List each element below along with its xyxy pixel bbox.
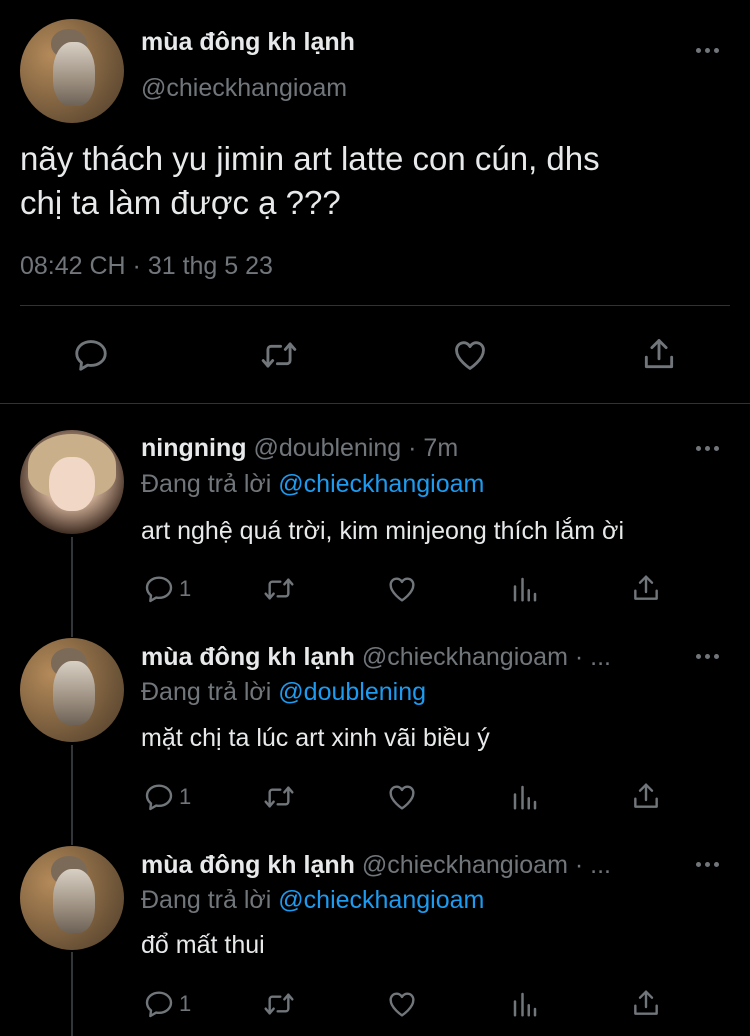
main-retweet-icon[interactable] xyxy=(259,336,299,374)
main-avatar[interactable] xyxy=(20,19,124,123)
main-reply-icon[interactable] xyxy=(72,336,110,374)
reply2-replying-to[interactable]: @doublening xyxy=(278,678,426,706)
reply3-views-icon[interactable] xyxy=(510,989,540,1019)
reply3-meta[interactable]: @chieckhangioam · ... xyxy=(362,851,611,879)
reply2-header: mùa đông kh lạnh @chieckhangioam · ... xyxy=(141,643,611,672)
reply2-text: mặt chị ta lúc art xinh vãi biều ý xyxy=(141,724,490,752)
main-divider-bottom xyxy=(0,403,750,404)
main-divider-top xyxy=(20,305,730,306)
main-tweet-text-line2: chị ta làm được ạ ??? xyxy=(20,184,341,221)
main-timestamp[interactable]: 08:42 CH · 31 thg 5 23 xyxy=(20,252,273,281)
main-display-name[interactable]: mùa đông kh lạnh xyxy=(141,28,355,57)
reply1-text: art nghệ quá trời, kim minjeong thích lắ… xyxy=(141,517,624,545)
reply3-text: đổ mất thui xyxy=(141,931,265,959)
reply2-views-icon[interactable] xyxy=(510,782,540,812)
reply2-like-icon[interactable] xyxy=(385,781,419,813)
reply1-display-name[interactable]: ningning xyxy=(141,434,247,462)
main-handle[interactable]: @chieckhangioam xyxy=(141,74,347,103)
avatar-cat-body xyxy=(53,660,95,726)
reply1-reply-icon[interactable] xyxy=(143,573,175,605)
reply3-share-icon[interactable] xyxy=(630,987,662,1019)
reply2-share-icon[interactable] xyxy=(630,780,662,812)
reply2-more-icon[interactable] xyxy=(696,654,722,662)
reply1-replying: Đang trả lời @chieckhangioam xyxy=(141,470,484,499)
reply1-meta[interactable]: @doublening · 7m xyxy=(253,434,458,462)
reply3-header: mùa đông kh lạnh @chieckhangioam · ... xyxy=(141,851,611,880)
reply2-retweet-icon[interactable] xyxy=(262,781,296,813)
reply1-replying-to[interactable]: @chieckhangioam xyxy=(278,470,484,498)
reply1-header: ningning @doublening · 7m xyxy=(141,434,458,463)
reply3-replying-prefix: Đang trả lời xyxy=(141,886,279,914)
reply3-retweet-icon[interactable] xyxy=(262,988,296,1020)
reply2-replying: Đang trả lời @doublening xyxy=(141,678,426,707)
reply1-reply-count: 1 xyxy=(179,576,192,601)
main-tweet-text-line1: nãy thách yu jimin art latte con cún, dh… xyxy=(20,140,600,177)
reply3-more-icon[interactable] xyxy=(696,862,722,870)
reply3-replying: Đang trả lời @chieckhangioam xyxy=(141,886,484,915)
main-share-icon[interactable] xyxy=(640,334,678,374)
thread-line-2 xyxy=(71,745,73,845)
avatar-cat-body xyxy=(53,868,95,934)
reply3-reply-count: 1 xyxy=(179,991,192,1016)
reply2-replying-prefix: Đang trả lời xyxy=(141,678,279,706)
main-like-icon[interactable] xyxy=(450,336,490,374)
reply2-reply-icon[interactable] xyxy=(143,781,175,813)
reply3-replying-to[interactable]: @chieckhangioam xyxy=(278,886,484,914)
thread-line-1 xyxy=(71,537,73,637)
reply1-like-icon[interactable] xyxy=(385,573,419,605)
reply2-display-name[interactable]: mùa đông kh lạnh xyxy=(141,643,355,671)
reply1-replying-prefix: Đang trả lời xyxy=(141,470,279,498)
reply1-views-icon[interactable] xyxy=(510,574,540,604)
reply1-retweet-icon[interactable] xyxy=(262,573,296,605)
reply3-like-icon[interactable] xyxy=(385,988,419,1020)
reply3-display-name[interactable]: mùa đông kh lạnh xyxy=(141,851,355,879)
reply2-meta[interactable]: @chieckhangioam · ... xyxy=(362,643,611,671)
thread-line-3 xyxy=(71,952,73,1036)
avatar-cat-body xyxy=(53,41,95,107)
main-more-icon[interactable] xyxy=(696,48,722,56)
reply1-share-icon[interactable] xyxy=(630,572,662,604)
reply2-avatar[interactable] xyxy=(20,638,124,742)
reply1-avatar[interactable] xyxy=(20,430,124,534)
reply3-reply-icon[interactable] xyxy=(143,988,175,1020)
reply3-avatar[interactable] xyxy=(20,846,124,950)
avatar-face xyxy=(49,457,95,512)
reply2-reply-count: 1 xyxy=(179,784,192,809)
reply1-more-icon[interactable] xyxy=(696,446,722,454)
